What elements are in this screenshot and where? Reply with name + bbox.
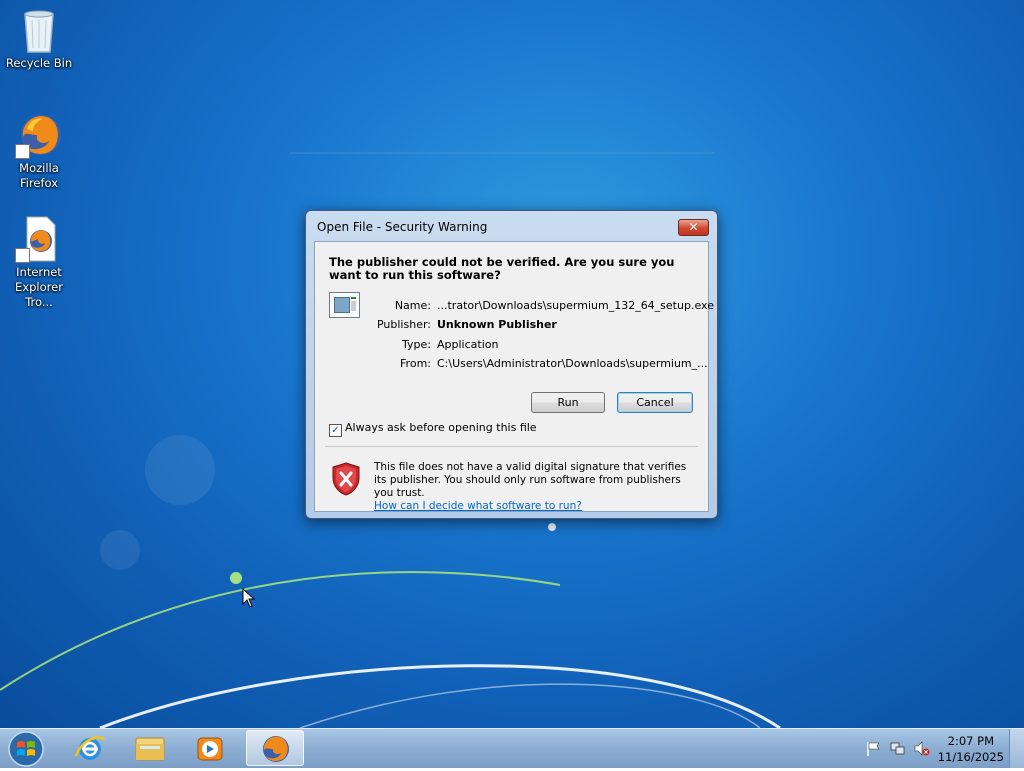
system-tray: 2:07 PM 11/16/2025	[859, 729, 1024, 769]
always-ask-checkbox[interactable]: ✓	[329, 424, 342, 437]
field-from-row: From: C:\Users\Administrator\Downloads\s…	[315, 357, 708, 373]
taskbar-internet-explorer[interactable]	[62, 730, 118, 766]
field-label: Publisher:	[376, 318, 431, 331]
mouse-pointer-icon	[242, 588, 255, 608]
shortcut-arrow-icon	[15, 144, 30, 159]
firefox-icon	[15, 111, 63, 159]
taskbar-windows-explorer[interactable]	[122, 730, 178, 766]
field-name-row: Name: ...trator\Downloads\supermium_132_…	[315, 299, 714, 315]
run-button[interactable]: Run	[531, 392, 605, 413]
always-ask-label: Always ask before opening this file	[345, 421, 537, 434]
taskbar: 2:07 PM 11/16/2025	[0, 728, 1024, 768]
dialog-title: Open File - Security Warning	[317, 220, 488, 234]
always-ask-option[interactable]: ✓ Always ask before opening this file	[329, 421, 537, 437]
publisher-value: Unknown Publisher	[437, 318, 557, 331]
shortcut-arrow-icon	[15, 248, 30, 263]
security-shield-icon	[332, 462, 360, 496]
field-publisher-row: Publisher: Unknown Publisher	[315, 318, 705, 334]
start-button[interactable]	[6, 730, 46, 768]
cancel-button[interactable]: Cancel	[617, 392, 693, 413]
close-button[interactable]: ✕	[678, 219, 709, 236]
file-name-value: ...trator\Downloads\supermium_132_64_set…	[437, 299, 714, 312]
desktop: Recycle Bin Mozilla Firefox Internet Exp…	[0, 0, 1024, 728]
internet-explorer-icon	[74, 736, 106, 760]
clock[interactable]: 2:07 PM 11/16/2025	[938, 733, 1004, 765]
volume-muted-icon[interactable]	[913, 740, 930, 757]
security-warning-dialog: Open File - Security Warning ✕ The publi…	[305, 210, 718, 519]
desktop-icon-internet-explorer-tro[interactable]: Internet Explorer Tro...	[0, 215, 78, 310]
desktop-icon-label: Recycle Bin	[5, 56, 73, 70]
field-label: From:	[400, 357, 431, 370]
windows-explorer-icon	[135, 737, 165, 761]
firefox-document-icon	[15, 215, 63, 263]
action-center-flag-icon[interactable]	[865, 740, 882, 757]
divider	[325, 446, 698, 447]
desktop-icon-recycle-bin[interactable]: Recycle Bin	[0, 6, 78, 71]
help-link[interactable]: How can I decide what software to run?	[374, 500, 582, 512]
show-desktop-button[interactable]	[1009, 729, 1024, 768]
taskbar-media-player[interactable]	[182, 730, 238, 766]
type-value: Application	[437, 338, 499, 351]
field-label: Name:	[394, 299, 431, 312]
recycle-bin-icon	[15, 6, 63, 54]
warning-text: This file does not have a valid digital …	[374, 461, 687, 499]
desktop-icon-label: Internet Explorer Tro...	[15, 265, 63, 309]
network-icon[interactable]	[889, 740, 906, 757]
warning-message: This file does not have a valid digital …	[374, 461, 694, 513]
field-type-row: Type: Application	[315, 338, 705, 354]
security-question: The publisher could not be verified. Are…	[329, 255, 675, 282]
desktop-icon-mozilla-firefox[interactable]: Mozilla Firefox	[0, 111, 78, 191]
firefox-icon	[263, 736, 289, 762]
taskbar-firefox[interactable]	[246, 730, 304, 766]
clock-time: 2:07 PM	[947, 734, 995, 748]
desktop-icon-label: Mozilla Firefox	[19, 161, 59, 190]
media-player-icon	[197, 737, 223, 761]
field-label: Type:	[402, 338, 431, 351]
from-value: C:\Users\Administrator\Downloads\supermi…	[437, 357, 708, 370]
dialog-body: The publisher could not be verified. Are…	[314, 241, 714, 513]
clock-date: 11/16/2025	[937, 750, 1004, 764]
